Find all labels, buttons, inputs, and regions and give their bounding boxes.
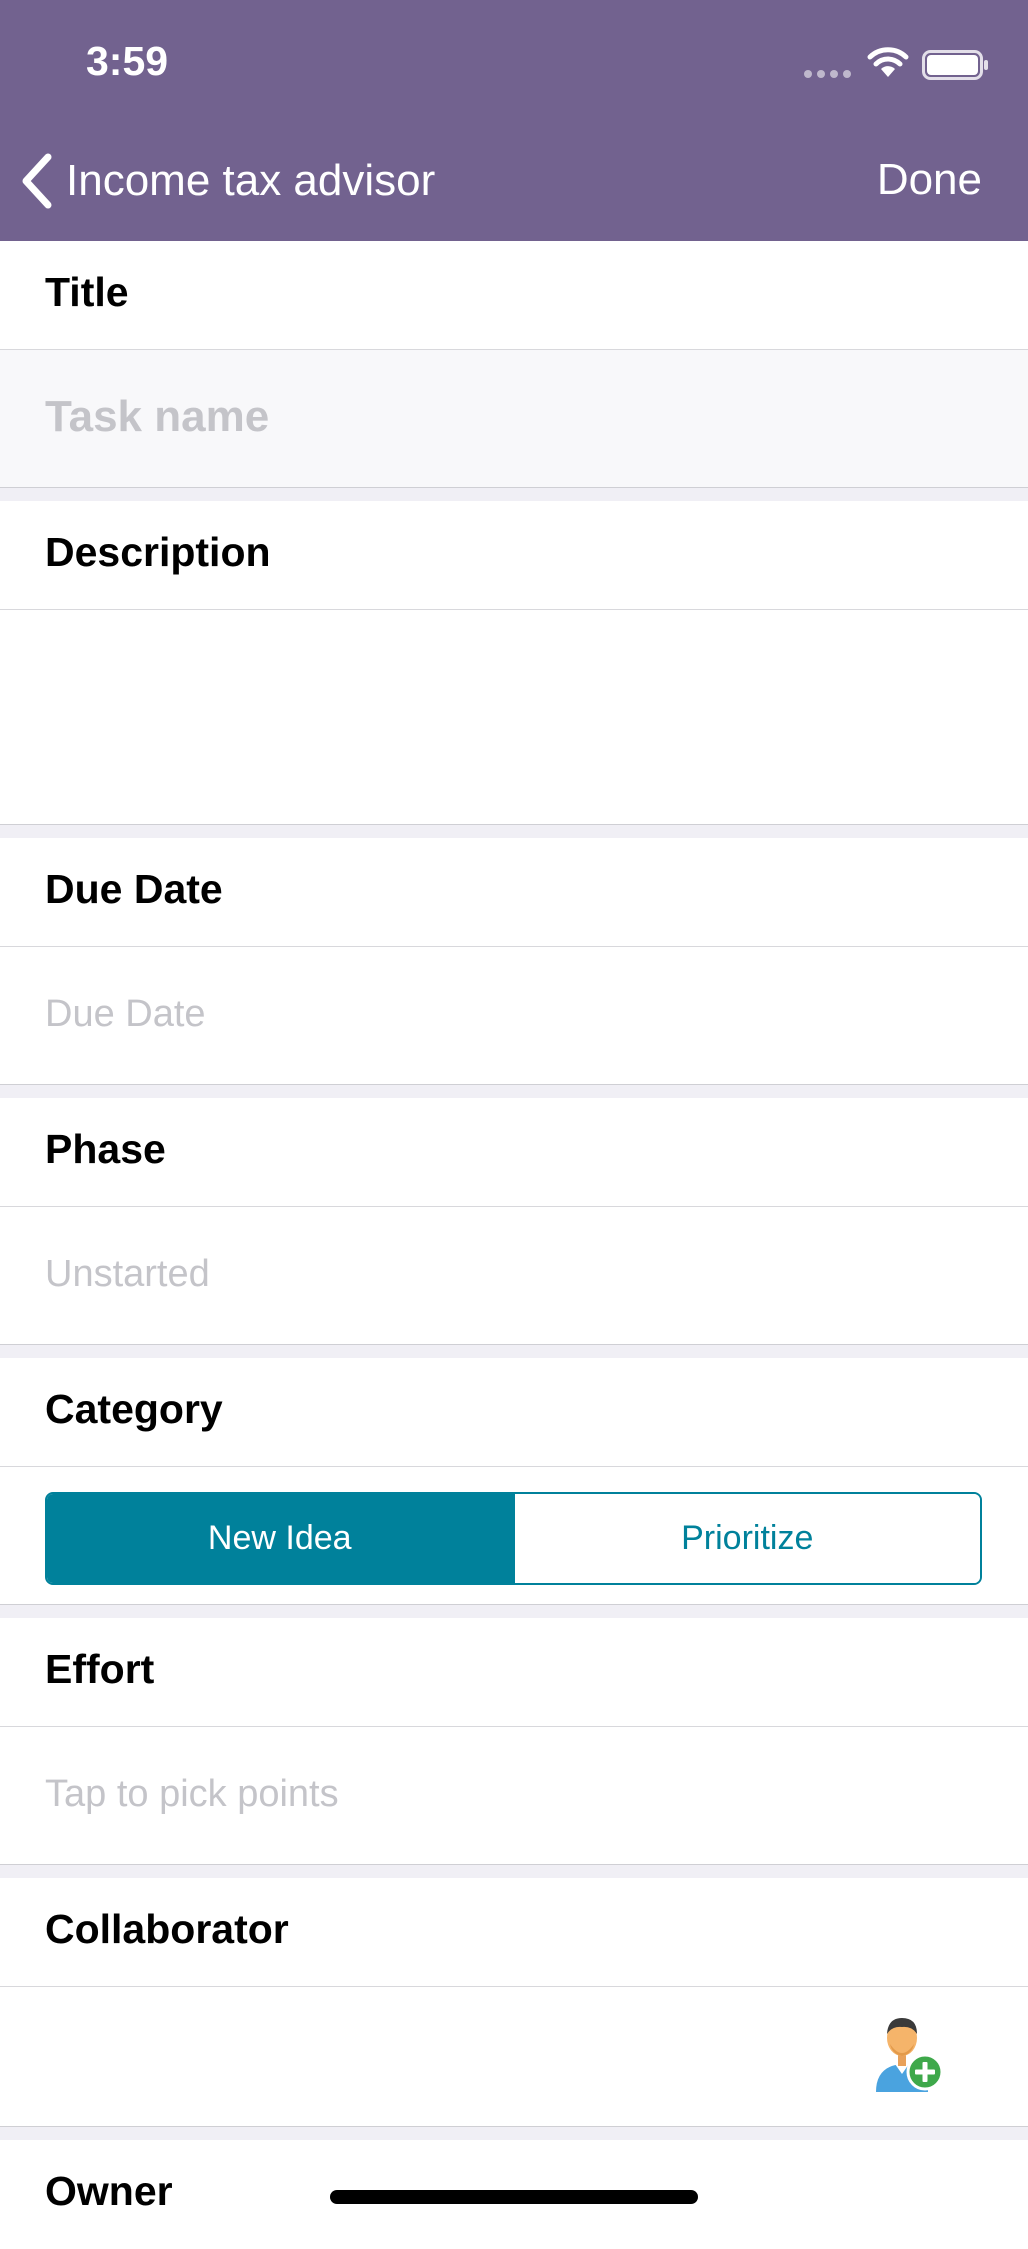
back-button[interactable]: Income tax advisor — [20, 153, 435, 209]
status-bar: 3:59 — [0, 0, 1028, 115]
effort-placeholder: Tap to pick points — [45, 1773, 339, 1815]
effort-field[interactable]: Tap to pick points — [0, 1727, 1028, 1865]
section-divider — [0, 1865, 1028, 1878]
chevron-left-icon — [22, 153, 52, 209]
segment-new-idea[interactable]: New Idea — [47, 1494, 513, 1583]
done-button[interactable]: Done — [877, 155, 982, 205]
category-segmented-control[interactable]: New Idea Prioritize — [45, 1492, 982, 1585]
home-indicator[interactable] — [330, 2190, 698, 2204]
status-time: 3:59 — [86, 38, 169, 84]
navigation-bar: Income tax advisor Done — [0, 115, 1028, 241]
effort-section-header: Effort — [0, 1618, 1028, 1727]
phase-label: Phase — [45, 1126, 166, 1172]
title-section-header: Title — [0, 241, 1028, 350]
battery-icon — [922, 50, 988, 80]
description-label: Description — [45, 529, 271, 575]
phase-field[interactable]: Unstarted — [0, 1207, 1028, 1345]
wifi-icon — [867, 47, 909, 77]
add-user-icon[interactable] — [868, 2010, 948, 2098]
category-section-header: Category — [0, 1358, 1028, 1467]
section-divider — [0, 825, 1028, 838]
owner-label: Owner — [45, 2168, 173, 2214]
section-divider — [0, 1605, 1028, 1618]
effort-label: Effort — [45, 1646, 155, 1692]
due-date-section-header: Due Date — [0, 838, 1028, 947]
cellular-signal-icon — [804, 70, 851, 78]
description-section-header: Description — [0, 501, 1028, 610]
segment-prioritize[interactable]: Prioritize — [512, 1494, 980, 1583]
section-divider — [0, 2127, 1028, 2140]
due-date-label: Due Date — [45, 866, 223, 912]
collaborator-section-header: Collaborator — [0, 1878, 1028, 1987]
title-placeholder: Task name — [45, 392, 270, 441]
section-divider — [0, 488, 1028, 501]
title-input[interactable]: Task name — [0, 350, 1028, 488]
section-divider — [0, 1085, 1028, 1098]
due-date-placeholder: Due Date — [45, 993, 206, 1035]
title-label: Title — [45, 269, 129, 315]
phase-value: Unstarted — [45, 1253, 210, 1295]
description-textarea[interactable] — [0, 610, 1028, 825]
phase-section-header: Phase — [0, 1098, 1028, 1207]
due-date-field[interactable]: Due Date — [0, 947, 1028, 1085]
back-button-label: Income tax advisor — [66, 156, 436, 205]
section-divider — [0, 1345, 1028, 1358]
category-label: Category — [45, 1386, 223, 1432]
collaborator-label: Collaborator — [45, 1906, 289, 1952]
